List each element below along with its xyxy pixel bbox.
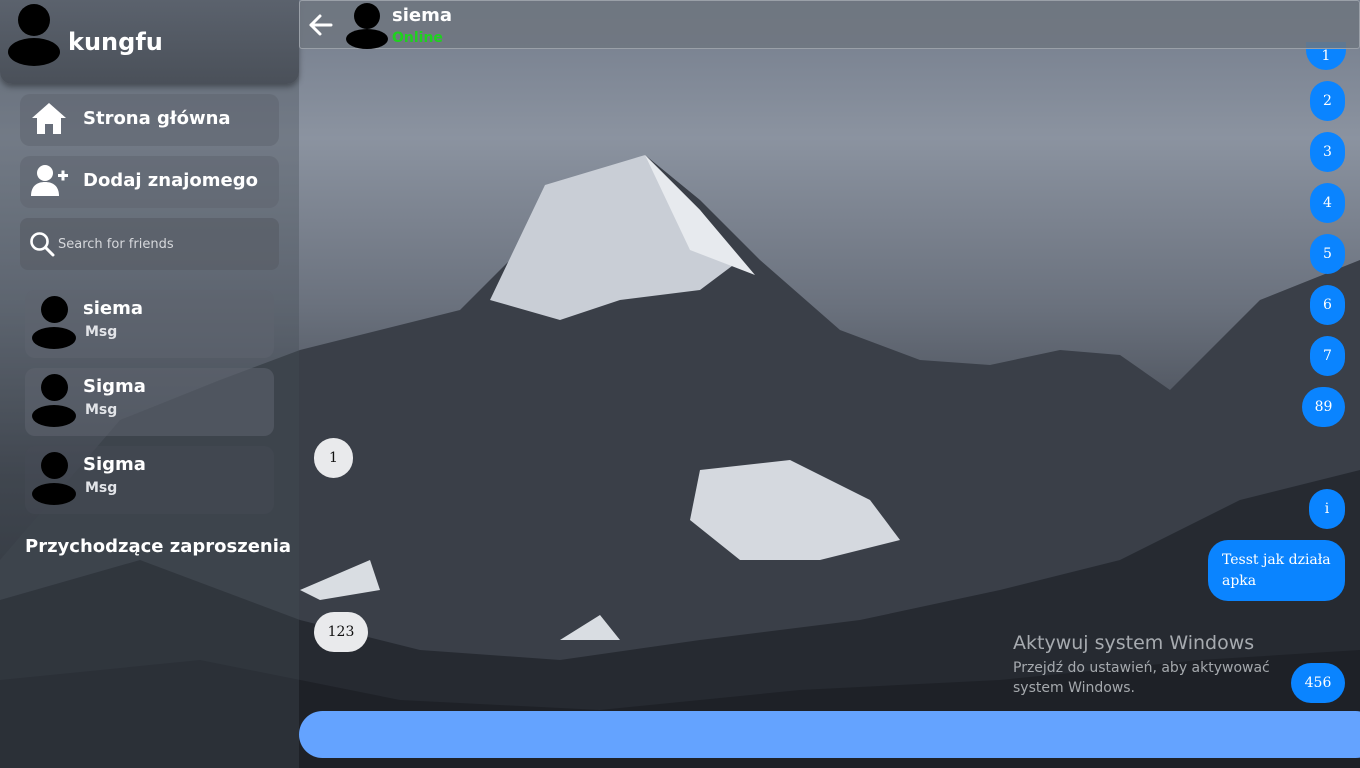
message-bubble-sent: 456 — [1291, 663, 1345, 703]
incoming-invites-heading: Przychodzące zaproszenia — [25, 536, 292, 557]
chat-header: siema Online — [299, 0, 1360, 49]
friend-name: Sigma — [83, 376, 146, 397]
add-user-icon — [31, 165, 68, 196]
watermark-title: Aktywuj system Windows — [1013, 632, 1255, 654]
message-bubble-received: 1 — [314, 438, 353, 478]
message-input[interactable] — [299, 711, 1360, 758]
home-icon — [32, 103, 66, 134]
search-icon — [30, 232, 55, 257]
friend-item-sigma-2[interactable]: Sigma Msg — [25, 446, 274, 514]
message-bubble-sent: 6 — [1310, 285, 1345, 325]
home-button[interactable]: Strona główna — [20, 94, 279, 146]
avatar — [344, 3, 388, 49]
message-composer — [299, 711, 1360, 758]
avatar — [31, 372, 76, 430]
avatar — [6, 4, 62, 66]
friend-preview: Msg — [85, 480, 118, 496]
arrow-left-icon[interactable] — [308, 12, 334, 38]
friend-name: Sigma — [83, 454, 146, 475]
profile-username: kungfu — [68, 28, 163, 56]
message-bubble-sent: 89 — [1302, 387, 1345, 427]
message-bubble-sent: 3 — [1310, 132, 1345, 172]
message-bubble-received: 123 — [314, 612, 368, 652]
message-bubble-sent: 5 — [1310, 234, 1345, 274]
chat-contact-name: siema — [392, 5, 452, 26]
add-friend-button[interactable]: Dodaj znajomego — [20, 156, 279, 208]
add-friend-button-label: Dodaj znajomego — [83, 170, 258, 191]
avatar — [31, 450, 76, 508]
avatar — [31, 294, 76, 352]
search-box — [20, 218, 279, 270]
search-input[interactable] — [58, 230, 268, 258]
friend-name: siema — [83, 298, 143, 319]
message-bubble-sent: 4 — [1310, 183, 1345, 223]
sidebar: kungfu Strona główna Dodaj znajomego sie… — [0, 0, 299, 768]
chat-status: Online — [392, 30, 443, 46]
windows-activation-watermark: Aktywuj system Windows Przejdź do ustawi… — [1013, 632, 1313, 698]
message-bubble-sent: i — [1309, 489, 1345, 529]
watermark-subtitle: Przejdź do ustawień, aby aktywować syste… — [1013, 660, 1270, 696]
friend-preview: Msg — [85, 324, 118, 340]
home-button-label: Strona główna — [83, 108, 231, 129]
friend-preview: Msg — [85, 402, 118, 418]
profile-header: kungfu — [0, 0, 299, 84]
friend-item-siema[interactable]: siema Msg — [25, 290, 274, 358]
message-bubble-sent: Tesst jak działa apka — [1208, 540, 1345, 601]
message-bubble-sent: 2 — [1310, 81, 1345, 121]
friend-item-sigma[interactable]: Sigma Msg — [25, 368, 274, 436]
message-bubble-sent: 7 — [1310, 336, 1345, 376]
